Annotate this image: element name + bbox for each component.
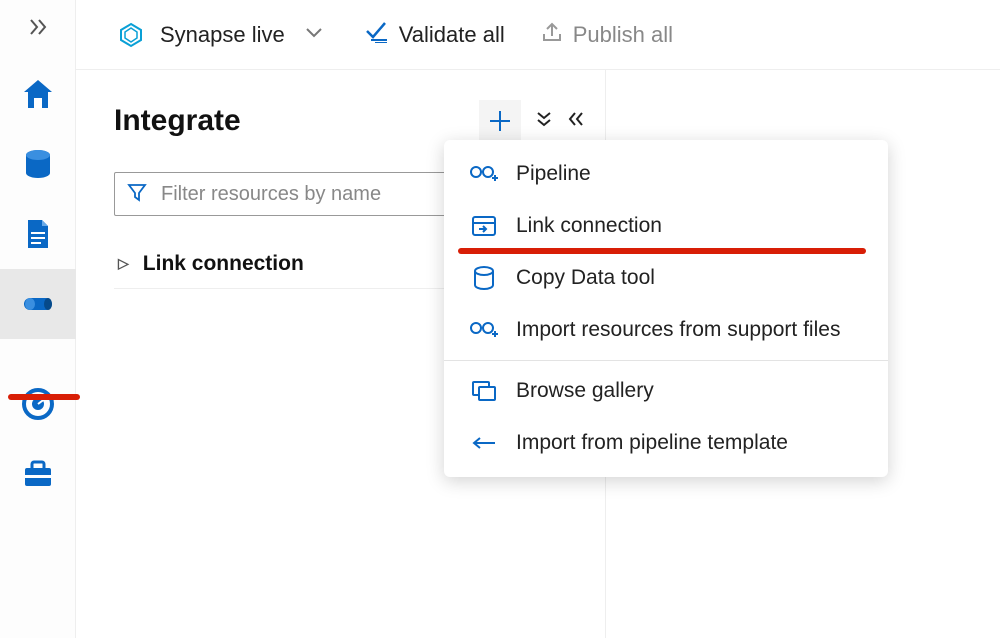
nav-home[interactable] <box>0 59 76 129</box>
database-icon <box>20 146 56 182</box>
nav-monitor[interactable] <box>0 369 76 439</box>
mode-label[interactable]: Synapse live <box>160 22 285 48</box>
gauge-icon <box>20 386 56 422</box>
pipeline-icon <box>470 164 498 184</box>
expand-all-button[interactable] <box>535 110 553 133</box>
toolbox-icon <box>20 456 56 492</box>
nav-integrate-highlight <box>8 394 80 400</box>
menu-item-label: Pipeline <box>516 162 591 186</box>
panel-title: Integrate <box>114 104 241 138</box>
menu-item-label: Link connection <box>516 214 662 238</box>
validate-all-button[interactable]: Validate all <box>365 21 505 49</box>
menu-item-pipeline[interactable]: Pipeline <box>444 148 888 200</box>
tree-caret-icon: ▷ <box>118 255 129 272</box>
publish-all-label: Publish all <box>573 22 673 48</box>
menu-item-browse-gallery[interactable]: Browse gallery <box>444 365 888 417</box>
nav-data[interactable] <box>0 129 76 199</box>
nav-develop[interactable] <box>0 199 76 269</box>
synapse-mode-icon <box>118 22 144 48</box>
tree-item-label: Link connection <box>143 252 304 276</box>
import-icon <box>470 320 498 340</box>
menu-item-import-template[interactable]: Import from pipeline template <box>444 417 888 469</box>
document-icon <box>20 216 56 252</box>
gallery-icon <box>470 380 498 402</box>
menu-item-copy-data-tool[interactable]: Copy Data tool <box>444 252 888 304</box>
publish-all-button: Publish all <box>541 21 673 49</box>
plus-icon <box>486 107 514 135</box>
filter-icon <box>127 182 147 207</box>
validate-all-label: Validate all <box>399 22 505 48</box>
add-resource-button[interactable] <box>479 100 521 142</box>
menu-item-label: Browse gallery <box>516 379 654 403</box>
left-nav-rail <box>0 0 76 638</box>
menu-item-label: Copy Data tool <box>516 266 655 290</box>
link-connection-icon <box>470 215 498 237</box>
pipeline-icon <box>20 286 56 322</box>
add-resource-menu: Pipeline Link connection Copy Data tool … <box>444 140 888 477</box>
menu-item-label: Import from pipeline template <box>516 431 788 455</box>
nav-integrate[interactable] <box>0 269 76 339</box>
arrow-left-icon <box>470 436 498 450</box>
publish-icon <box>541 21 563 49</box>
collapse-panel-button[interactable] <box>567 110 585 133</box>
database-icon <box>470 266 498 290</box>
nav-manage[interactable] <box>0 439 76 509</box>
menu-item-link-connection[interactable]: Link connection <box>444 200 888 252</box>
mode-dropdown-toggle[interactable] <box>305 26 323 44</box>
menu-separator <box>444 360 888 361</box>
home-icon <box>20 76 56 112</box>
menu-item-label: Import resources from support files <box>516 318 840 342</box>
menu-item-import-support-files[interactable]: Import resources from support files <box>444 304 888 356</box>
top-toolbar: Synapse live Validate all Publish all <box>76 0 1000 70</box>
rail-expand-toggle[interactable] <box>27 18 49 41</box>
validate-icon <box>365 21 389 49</box>
